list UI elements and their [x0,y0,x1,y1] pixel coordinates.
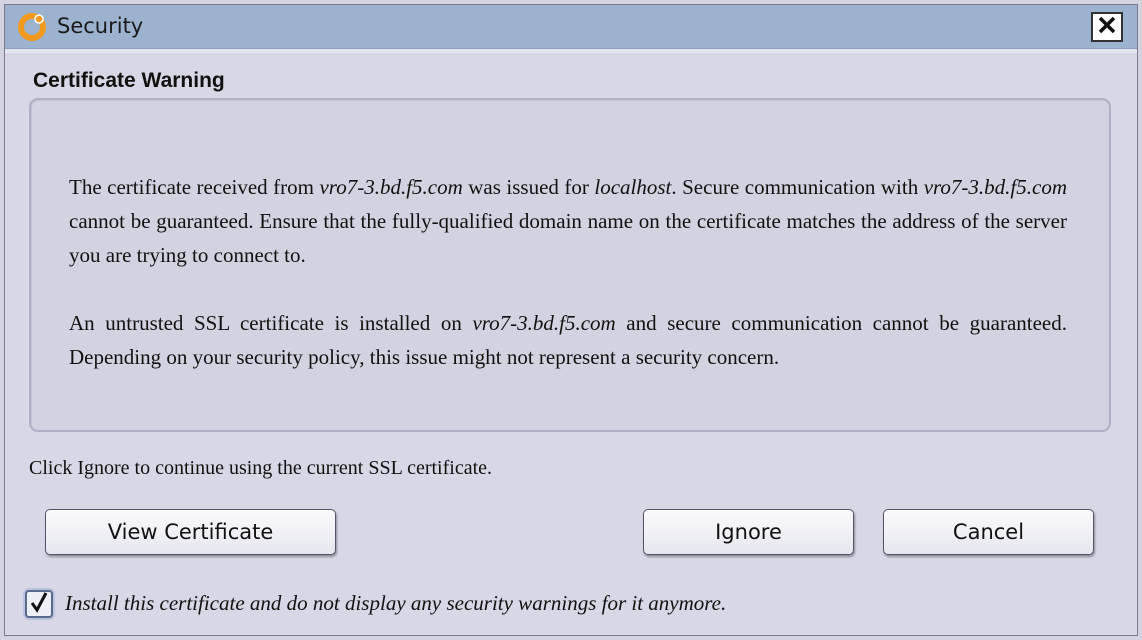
install-certificate-label[interactable]: Install this certificate and do not disp… [65,591,726,616]
issued-for-host: localhost [594,175,672,199]
install-certificate-checkbox[interactable] [25,590,53,618]
checkmark-icon [29,591,49,618]
warning-message-1: The certificate received from vro7-3.bd.… [69,170,1067,272]
message-text: An untrusted SSL certificate is installe… [69,311,473,335]
dialog-heading: Certificate Warning [33,69,225,92]
security-dialog: Security Certificate Warning The certifi… [4,4,1138,636]
message-text: . Secure communication with [671,175,924,199]
close-icon [1097,15,1117,40]
close-button[interactable] [1091,12,1123,42]
view-certificate-button[interactable]: View Certificate [45,509,336,555]
hostname: vro7-3.bd.f5.com [472,311,616,335]
warning-message-2: An untrusted SSL certificate is installe… [69,306,1067,374]
warning-message-panel: The certificate received from vro7-3.bd.… [29,98,1111,432]
title-bar: Security [5,5,1137,49]
ignore-button[interactable]: Ignore [643,509,854,555]
instruction-text: Click Ignore to continue using the curre… [29,457,493,479]
hostname: vro7-3.bd.f5.com [319,175,463,199]
hostname: vro7-3.bd.f5.com [923,175,1067,199]
orchestrator-logo-icon [17,12,47,42]
message-text: The certificate received from [69,175,320,199]
message-text: was issued for [462,175,595,199]
message-text: cannot be guaranteed. Ensure that the fu… [69,209,1067,267]
window-title: Security [57,14,144,38]
dialog-content: Certificate Warning The certificate rece… [5,49,1137,635]
cancel-button[interactable]: Cancel [883,509,1094,555]
